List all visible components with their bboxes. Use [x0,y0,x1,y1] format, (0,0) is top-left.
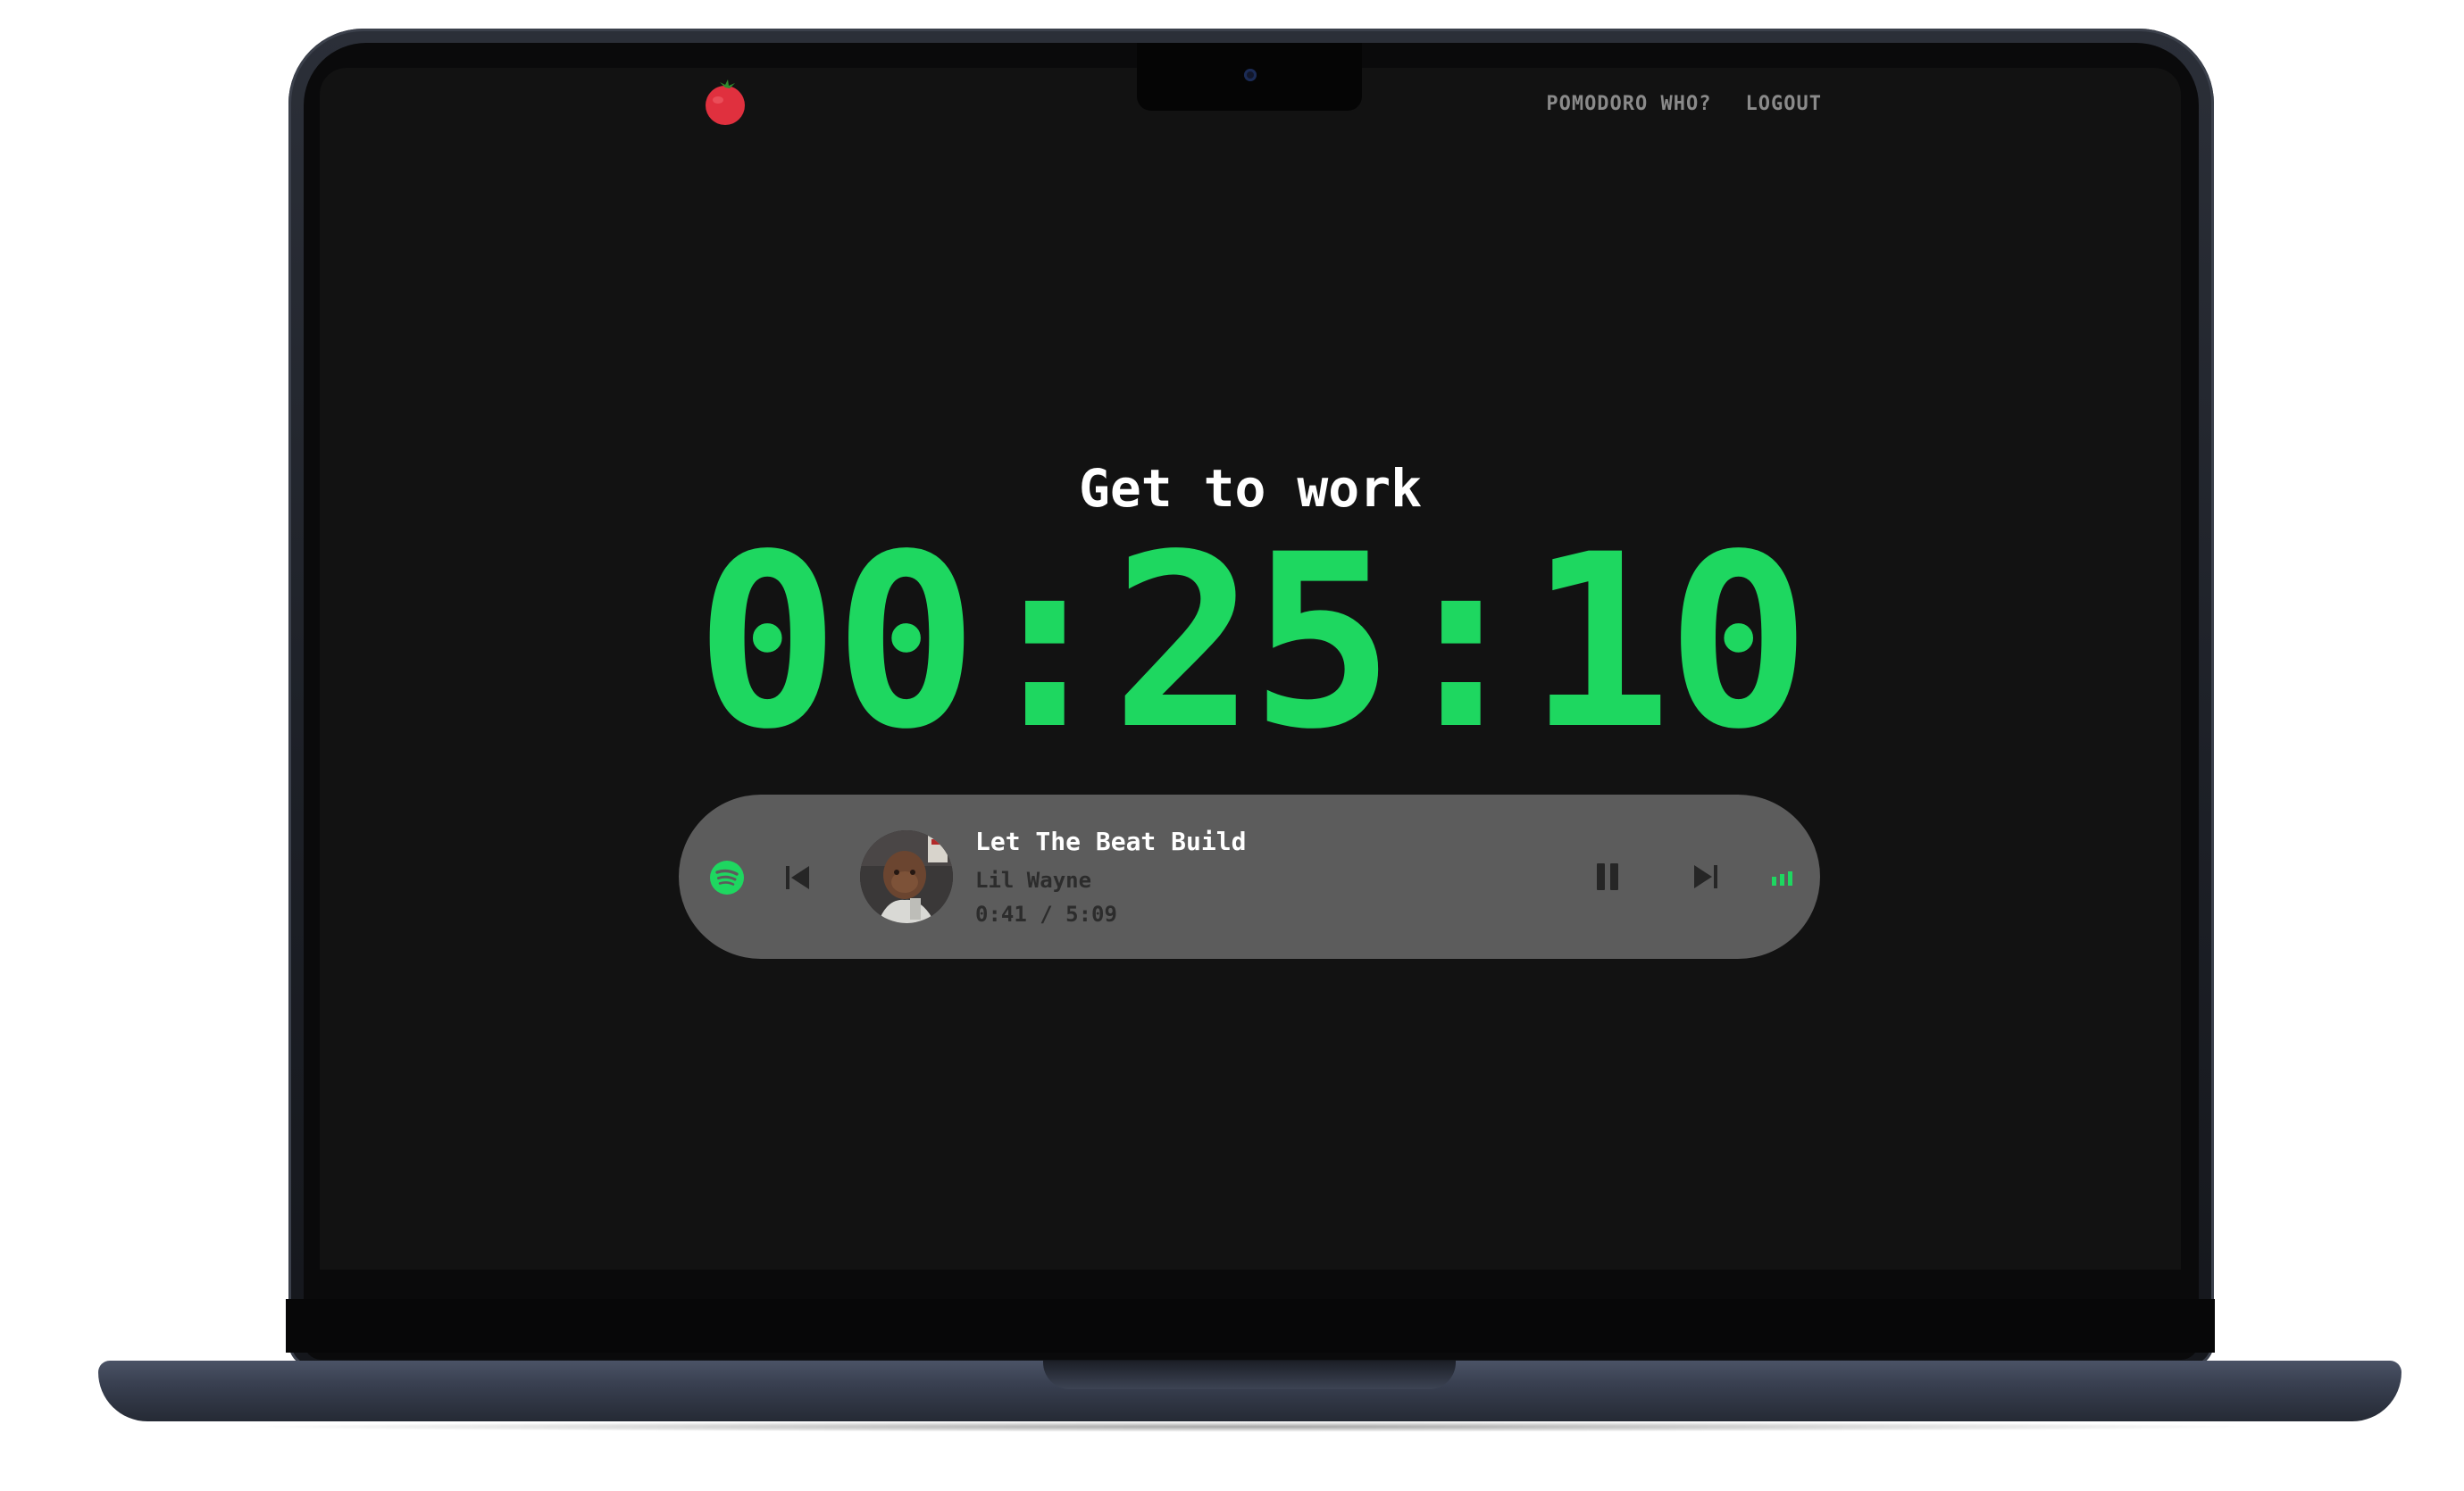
album-cover-image [860,830,953,923]
app-screen: POMODORO WHO? LOGOUT Get to work 00:25:1… [320,68,2181,1270]
audio-bars-icon[interactable] [1770,871,1795,886]
next-track-icon[interactable] [1690,861,1722,893]
previous-track-icon[interactable] [781,862,814,894]
pause-icon[interactable] [1590,859,1625,895]
tomato-icon[interactable] [700,77,750,127]
nav-pomodoro-who-link[interactable]: POMODORO WHO? [1546,93,1711,115]
camera-icon [1244,69,1257,81]
track-progress: 0:41 / 5:09 [975,902,1117,927]
album-art [860,830,953,923]
top-nav: POMODORO WHO? LOGOUT [1546,93,1822,115]
music-player: Let The Beat Build Lil Wayne 0:41 / 5:09 [679,795,1820,959]
laptop-base-lip [1043,1361,1456,1389]
nav-logout-link[interactable]: LOGOUT [1746,93,1822,115]
laptop-shadow [232,1421,2268,1432]
countdown-timer: 00:25:10 [695,504,1811,782]
screen-chin [286,1299,2215,1353]
spotify-icon[interactable] [709,860,745,895]
track-title: Let The Beat Build [975,827,1247,856]
track-artist: Lil Wayne [975,868,1092,893]
